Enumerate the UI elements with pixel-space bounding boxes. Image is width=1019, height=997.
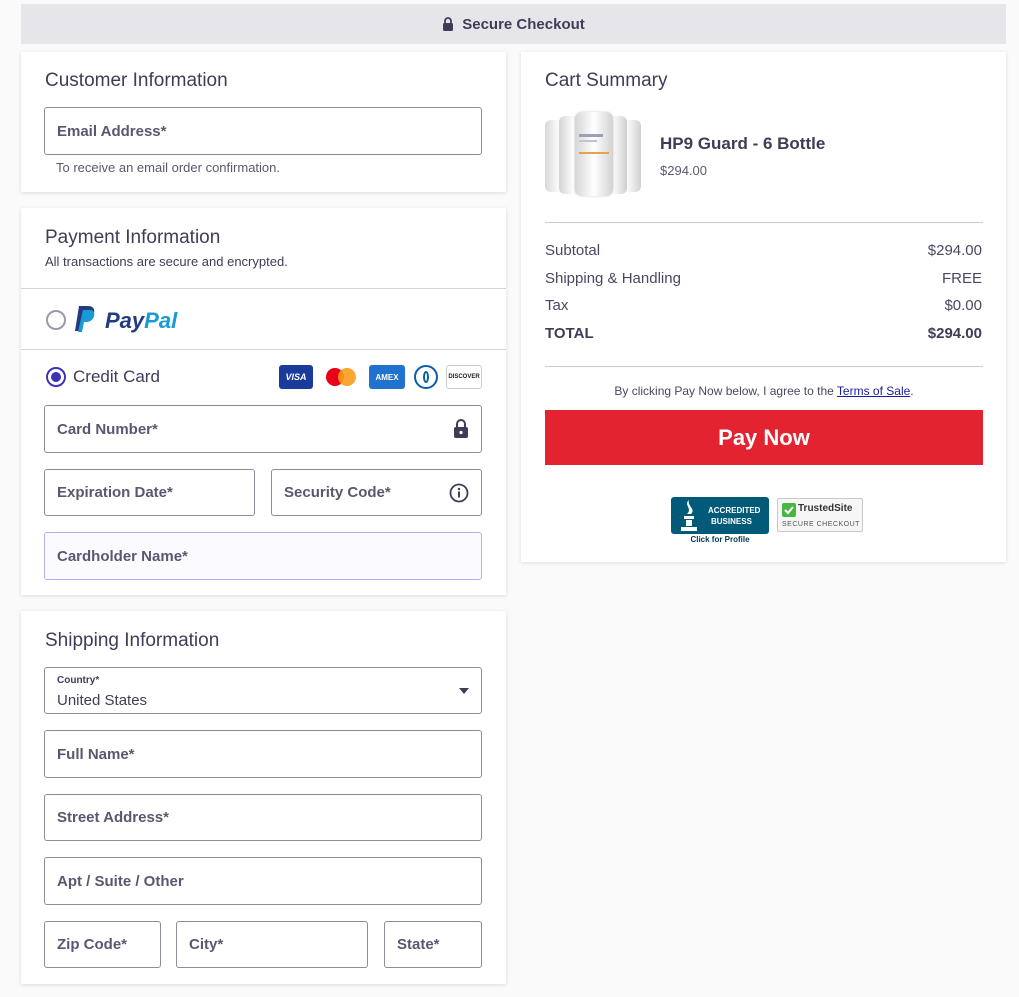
cart-divider-top [545,222,983,223]
cart-divider-bottom [545,366,983,367]
terms-agreement-text: By clicking Pay Now below, I agree to th… [614,384,837,398]
secure-checkout-title: Secure Checkout [462,15,585,33]
tax-value: $0.00 [944,297,982,314]
trustedsite-title: TrustedSite [798,503,853,514]
security-code-field[interactable]: Security Code* [271,469,482,516]
email-field[interactable]: Email Address* [44,107,482,155]
cart-summary-card: Cart Summary HP9 Guard - 6 Bottle $294.0… [521,52,1006,562]
paypal-radio[interactable] [46,310,66,330]
bbb-accredited-text: ACCREDITED [708,506,761,515]
paypal-word-pal: Pal [144,308,178,333]
payment-subtitle: All transactions are secure and encrypte… [45,254,288,269]
bbb-profile-text: Click for Profile [690,535,750,544]
state-field[interactable]: State* [384,921,482,968]
cart-summary-title: Cart Summary [545,70,668,91]
street-address-field[interactable]: Street Address* [44,794,482,841]
bbb-badge[interactable]: ACCREDITED BUSINESS Click for Profile [671,497,769,545]
product-price: $294.00 [660,163,707,178]
apt-suite-field[interactable]: Apt / Suite / Other [44,857,482,905]
shipping-information-card: Shipping Information Country* United Sta… [21,611,506,984]
card-number-field[interactable]: Card Number* [44,405,482,453]
diners-club-icon [414,365,438,389]
product-name: HP9 Guard - 6 Bottle [660,134,826,153]
zip-code-field[interactable]: Zip Code* [44,921,161,968]
payment-divider-mid [21,349,506,350]
city-field[interactable]: City* [176,921,368,968]
tax-row: Tax $0.00 [545,297,982,314]
terms-of-sale-link[interactable]: Terms of Sale [837,384,910,398]
apt-suite-label: Apt / Suite / Other [57,872,184,890]
email-help-text: To receive an email order confirmation. [56,160,280,175]
amex-icon: AMEX [369,365,405,389]
street-address-label: Street Address* [57,809,169,826]
discover-icon: DISCOVER [446,365,482,389]
total-label: TOTAL [545,325,594,342]
email-field-label: Email Address* [57,122,167,140]
paypal-word-pay: Pay [105,308,145,333]
country-select[interactable]: Country* United States [44,667,482,714]
credit-card-radio[interactable] [46,367,66,387]
trustedsite-sub: SECURE CHECKOUT [782,521,860,528]
subtotal-label: Subtotal [545,242,601,259]
zip-code-label: Zip Code* [57,936,127,953]
country-select-value: United States [57,692,148,709]
paypal-logo-icon [75,306,95,332]
terms-agreement-end: . [910,384,914,398]
cardholder-name-field[interactable]: Cardholder Name* [44,532,482,580]
security-code-label: Security Code* [284,484,391,501]
pay-now-button[interactable]: Pay Now [545,410,983,465]
paypal-option[interactable]: PayPal [21,289,506,349]
mastercard-icon [324,365,360,389]
terms-agreement: By clicking Pay Now below, I agree to th… [545,384,983,398]
full-name-label: Full Name* [57,745,135,763]
bbb-business-text: BUSINESS [711,517,752,526]
customer-information-title: Customer Information [45,70,228,91]
payment-information-title: Payment Information [45,227,221,248]
tax-label: Tax [545,297,569,314]
country-select-label: Country* [57,675,100,686]
checkmark-icon [782,503,796,517]
expiration-date-label: Expiration Date* [57,484,173,501]
subtotal-value: $294.00 [927,242,982,259]
trustedsite-badge[interactable]: TrustedSite SECURE CHECKOUT [777,498,863,532]
lock-icon [443,17,454,31]
product-image [545,112,645,196]
credit-card-label[interactable]: Credit Card [73,367,160,387]
paypal-wordmark: PayPal [105,308,177,334]
state-label: State* [397,936,440,953]
lock-icon [454,419,468,438]
cardholder-name-label: Cardholder Name* [57,547,188,565]
subtotal-row: Subtotal $294.00 [545,242,982,259]
bbb-torch-icon [681,500,697,531]
shipping-value: FREE [941,270,982,287]
shipping-label: Shipping & Handling [545,270,681,287]
city-label: City* [189,936,224,953]
info-icon[interactable] [449,483,469,503]
visa-icon: VISA [279,365,313,389]
customer-information-card: Customer Information Email Address* To r… [21,52,506,192]
full-name-field[interactable]: Full Name* [44,730,482,778]
shipping-information-title: Shipping Information [45,630,220,651]
payment-information-card: Payment Information All transactions are… [21,208,506,595]
card-number-label: Card Number* [57,420,158,438]
expiration-date-field[interactable]: Expiration Date* [44,469,255,516]
caret-down-icon [459,688,469,694]
total-row: TOTAL $294.00 [545,325,982,342]
shipping-row: Shipping & Handling FREE [545,270,982,287]
total-value: $294.00 [927,325,982,342]
secure-checkout-bar: Secure Checkout [21,4,1006,44]
